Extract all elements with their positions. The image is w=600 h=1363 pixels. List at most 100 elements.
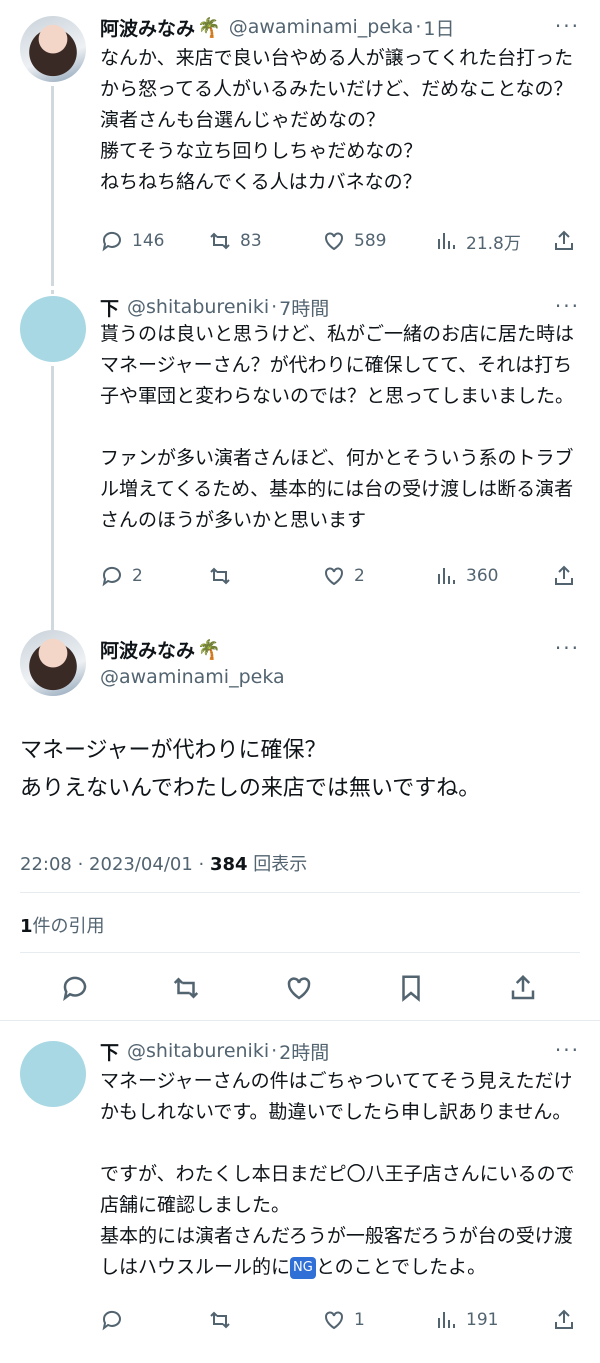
share-button[interactable]	[508, 968, 538, 1008]
tweet-text: なんか、来店で良い台やめる人が譲ってくれた台打ったから怒ってる人がいるみたいだけ…	[100, 47, 574, 193]
share-button[interactable]	[552, 561, 576, 591]
retweet-count: 83	[240, 231, 262, 251]
avatar[interactable]	[20, 16, 86, 82]
main-actions	[0, 968, 600, 1008]
views-label: 回表示	[247, 854, 308, 875]
more-icon[interactable]: ···	[555, 294, 580, 318]
tweet-header: 阿波みなみ 🌴 ···	[100, 634, 580, 664]
tweet-time[interactable]: 1日	[423, 14, 454, 41]
retweet-button[interactable]: 83	[208, 226, 262, 256]
like-button[interactable]: 589	[322, 226, 386, 256]
retweet-button[interactable]	[208, 561, 240, 591]
tweet-text: マネージャーが代わりに確保？ ありえないんでわたしの来店では無いですね。	[20, 738, 481, 801]
reply-button[interactable]	[100, 1305, 132, 1335]
main-tweet: 阿波みなみ 🌴 ··· @awaminami_peka マネージャーが代わりに確…	[0, 620, 600, 1020]
dot-separator: ·	[271, 296, 278, 318]
reply-icon	[102, 566, 121, 587]
palm-emoji: 🌴	[197, 638, 221, 661]
retweet-button[interactable]	[208, 1305, 240, 1335]
user-handle[interactable]: @awaminami_peka	[229, 16, 414, 38]
quote-count-link[interactable]: 1件の引用	[20, 912, 105, 938]
view-count: 384	[209, 854, 248, 875]
heart-icon	[325, 567, 343, 586]
divider	[20, 952, 580, 953]
like-count: 1	[354, 1310, 365, 1330]
view-count: 360	[466, 566, 499, 586]
views-button[interactable]: 191	[434, 1305, 498, 1335]
reply-button[interactable]: 146	[100, 226, 164, 256]
display-name[interactable]: 阿波みなみ	[100, 14, 195, 41]
like-count: 2	[354, 566, 365, 586]
tweet-1[interactable]: 阿波みなみ 🌴 @awaminami_peka · 1日 ··· なんか、来店で…	[0, 0, 600, 290]
tweet-text: 貰うのは良いと思うけど、私がご一緒のお店に居た時はマネージャーさん？が代わりに確…	[100, 323, 575, 531]
share-button[interactable]	[552, 226, 576, 256]
reply-count: 146	[132, 231, 165, 251]
tweet-meta: 22:08 · 2023/04/01 · 384 回表示	[20, 850, 307, 876]
more-icon[interactable]: ···	[555, 636, 580, 660]
quote-label: 件の引用	[32, 916, 105, 937]
thread-line	[51, 86, 54, 286]
reply-button[interactable]: 2	[100, 561, 143, 591]
display-name[interactable]: 下	[100, 294, 119, 321]
retweet-icon	[173, 977, 199, 999]
more-icon[interactable]: ···	[555, 14, 580, 38]
share-icon	[511, 974, 535, 1000]
reply-icon	[102, 231, 121, 252]
views-icon	[438, 1312, 455, 1328]
divider	[20, 892, 580, 893]
like-count: 589	[354, 231, 387, 251]
avatar[interactable]	[20, 1041, 86, 1107]
tweet-header: 下 @shitabureniki · 2時間 ···	[100, 1036, 580, 1066]
ng-emoji: NG	[290, 1257, 316, 1279]
user-handle[interactable]: @shitabureniki	[127, 296, 269, 318]
heart-icon	[325, 232, 343, 251]
display-name[interactable]: 阿波みなみ	[100, 636, 195, 663]
retweet-icon	[210, 1311, 230, 1329]
reply-icon	[63, 976, 87, 1001]
tweet-text-end: とのことでしたよ。	[315, 1256, 487, 1278]
user-handle[interactable]: @shitabureniki	[127, 1040, 269, 1062]
tweet-text: マネージャーさんの件はごちゃついててそう見えただけかもしれないです。勘違いでした…	[100, 1066, 590, 1283]
avatar[interactable]	[20, 630, 86, 696]
views-button[interactable]: 360	[434, 561, 498, 591]
tweet-actions: 1 191	[100, 1305, 580, 1335]
like-button[interactable]: 1	[322, 1305, 365, 1335]
like-button[interactable]	[284, 968, 314, 1008]
share-button[interactable]	[552, 1305, 576, 1335]
share-icon	[555, 1309, 573, 1329]
tweet-datetime[interactable]: 22:08 · 2023/04/01 ·	[20, 854, 210, 875]
view-count: 191	[466, 1310, 499, 1330]
tweet-text-main: マネージャーさんの件はごちゃついててそう見えただけかもしれないです。勘違いでした…	[100, 1070, 575, 1278]
dot-separator: ·	[415, 16, 422, 38]
retweet-icon	[210, 567, 230, 585]
bookmark-button[interactable]	[396, 968, 426, 1008]
thread-line	[51, 290, 54, 294]
more-icon[interactable]: ···	[555, 1038, 580, 1062]
handle-row: @awaminami_peka	[100, 662, 580, 692]
user-handle[interactable]: @awaminami_peka	[100, 666, 285, 688]
avatar[interactable]	[20, 296, 86, 362]
palm-emoji: 🌴	[197, 16, 221, 39]
tweet-actions: 146 83 589 21.8万	[100, 226, 580, 256]
dot-separator: ·	[271, 1040, 278, 1062]
views-icon	[438, 568, 455, 584]
reply-button[interactable]	[60, 968, 90, 1008]
tweet-header: 阿波みなみ 🌴 @awaminami_peka · 1日 ···	[100, 12, 580, 42]
thread-line	[51, 620, 54, 630]
views-icon	[438, 233, 455, 249]
views-button[interactable]: 21.8万	[434, 226, 521, 256]
reply-tweet[interactable]: 下 @shitabureniki · 2時間 ··· マネージャーさんの件はごち…	[0, 1021, 600, 1363]
share-icon	[555, 565, 573, 585]
retweet-icon	[210, 232, 230, 250]
like-button[interactable]: 2	[322, 561, 365, 591]
display-name[interactable]: 下	[100, 1038, 119, 1065]
share-icon	[555, 230, 573, 250]
tweet-time[interactable]: 2時間	[279, 1038, 329, 1065]
tweet-time[interactable]: 7時間	[279, 294, 329, 321]
heart-icon	[325, 1311, 343, 1330]
tweet-actions: 2 2 360	[100, 561, 580, 591]
view-count: 21.8万	[466, 233, 521, 254]
tweet-2[interactable]: 下 @shitabureniki · 7時間 ··· 貰うのは良いと思うけど、私…	[0, 290, 600, 620]
retweet-button[interactable]	[171, 968, 201, 1008]
quote-count: 1	[20, 916, 33, 937]
